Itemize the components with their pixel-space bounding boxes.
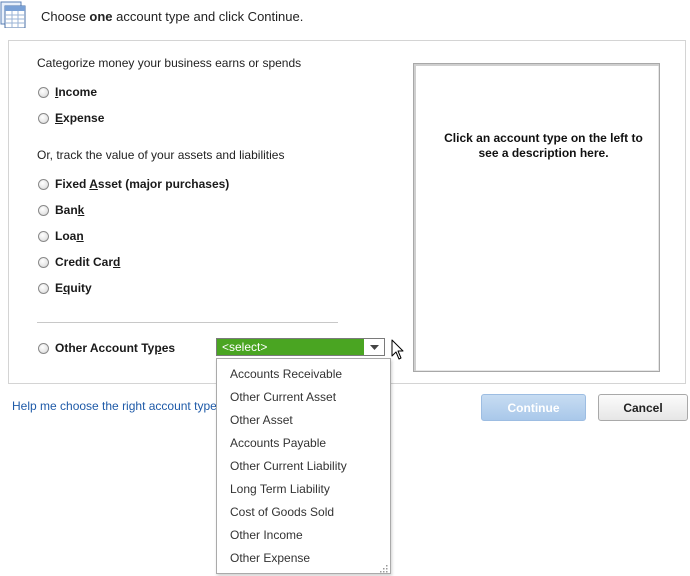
radio-income[interactable]: Income — [38, 85, 97, 99]
radio-button[interactable] — [38, 282, 49, 294]
radio-button[interactable] — [38, 230, 49, 242]
radio-equity[interactable]: Equity — [38, 281, 92, 295]
radio-button[interactable] — [38, 342, 49, 354]
resize-grip-icon[interactable] — [379, 562, 388, 573]
radio-label-fixed-asset: Fixed Asset (major purchases) — [55, 177, 230, 191]
radio-fixed-asset[interactable]: Fixed Asset (major purchases) — [38, 177, 229, 191]
description-text: Click an account type on the left to see… — [444, 131, 643, 160]
radio-expense[interactable]: Expense — [38, 111, 104, 125]
account-grid-icon — [0, 0, 26, 29]
dropdown-item-other-asset[interactable]: Other Asset — [230, 413, 293, 427]
radio-label-income: Income — [55, 85, 98, 99]
radio-label-loan: Loan — [55, 229, 84, 243]
radio-label-expense: Expense — [55, 111, 105, 125]
description-box: Click an account type on the left to see… — [413, 63, 660, 372]
radio-button[interactable] — [38, 86, 49, 98]
account-type-dropdown: Accounts Receivable Other Current Asset … — [216, 358, 391, 574]
dropdown-item-accounts-receivable[interactable]: Accounts Receivable — [230, 367, 342, 381]
radio-loan[interactable]: Loan — [38, 229, 84, 243]
dropdown-item-cost-of-goods-sold[interactable]: Cost of Goods Sold — [230, 505, 334, 519]
dropdown-item-long-term-liability[interactable]: Long Term Liability — [230, 482, 330, 496]
track-label: Or, track the value of your assets and l… — [37, 148, 285, 162]
instruction-text: Choose one account type and click Contin… — [41, 9, 304, 24]
other-account-type-select[interactable]: <select> — [216, 338, 385, 356]
radio-label-other-account-types: Other Account Types — [55, 341, 176, 355]
continue-button[interactable]: Continue — [481, 394, 586, 421]
dropdown-item-accounts-payable[interactable]: Accounts Payable — [230, 436, 326, 450]
dropdown-item-other-expense[interactable]: Other Expense — [230, 551, 310, 565]
categorize-label: Categorize money your business earns or … — [37, 56, 302, 70]
radio-button[interactable] — [38, 204, 49, 216]
dropdown-item-other-income[interactable]: Other Income — [230, 528, 303, 542]
radio-button[interactable] — [38, 256, 49, 268]
radio-label-equity: Equity — [55, 281, 92, 295]
radio-label-bank: Bank — [55, 203, 85, 217]
radio-credit-card[interactable]: Credit Card — [38, 255, 120, 269]
radio-button[interactable] — [38, 178, 49, 190]
mouse-cursor-icon — [391, 339, 405, 361]
dropdown-item-other-current-liability[interactable]: Other Current Liability — [230, 459, 347, 473]
dropdown-item-other-current-asset[interactable]: Other Current Asset — [230, 390, 336, 404]
radio-label-credit-card: Credit Card — [55, 255, 121, 269]
chevron-down-icon[interactable] — [364, 339, 384, 355]
cancel-button[interactable]: Cancel — [598, 394, 688, 421]
divider — [37, 322, 338, 323]
radio-button[interactable] — [38, 112, 49, 124]
help-choose-account-link[interactable]: Help me choose the right account type — [12, 399, 217, 413]
radio-bank[interactable]: Bank — [38, 203, 84, 217]
select-value: <select> — [217, 339, 364, 355]
radio-other-account-types[interactable]: Other Account Types — [38, 341, 175, 355]
